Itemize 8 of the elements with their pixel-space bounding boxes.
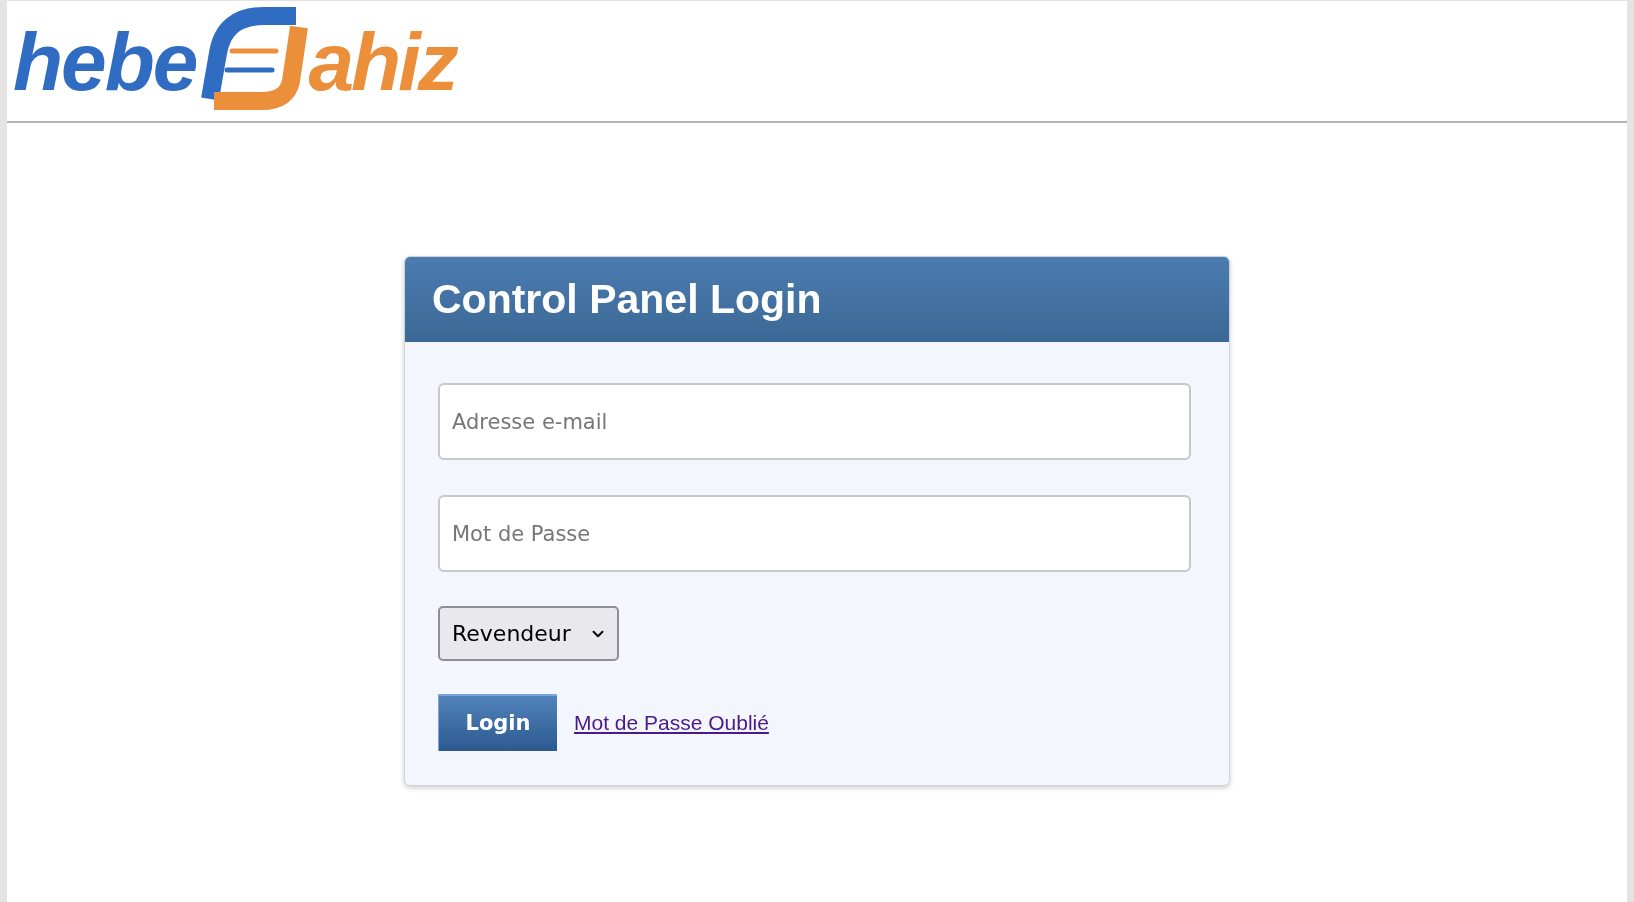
email-field[interactable]: Adresse e-mail bbox=[438, 383, 1191, 460]
logo-text: hebe bbox=[13, 21, 197, 103]
panel-title: Control Panel Login bbox=[432, 279, 822, 320]
account-type-select[interactable]: Revendeur bbox=[438, 606, 619, 661]
logo-text: ahiz bbox=[308, 21, 456, 103]
password-field[interactable]: Mot de Passe bbox=[438, 495, 1191, 572]
forgot-password-link[interactable]: Mot de Passe Oublié bbox=[574, 706, 769, 739]
login-button[interactable]: Login bbox=[438, 694, 557, 751]
